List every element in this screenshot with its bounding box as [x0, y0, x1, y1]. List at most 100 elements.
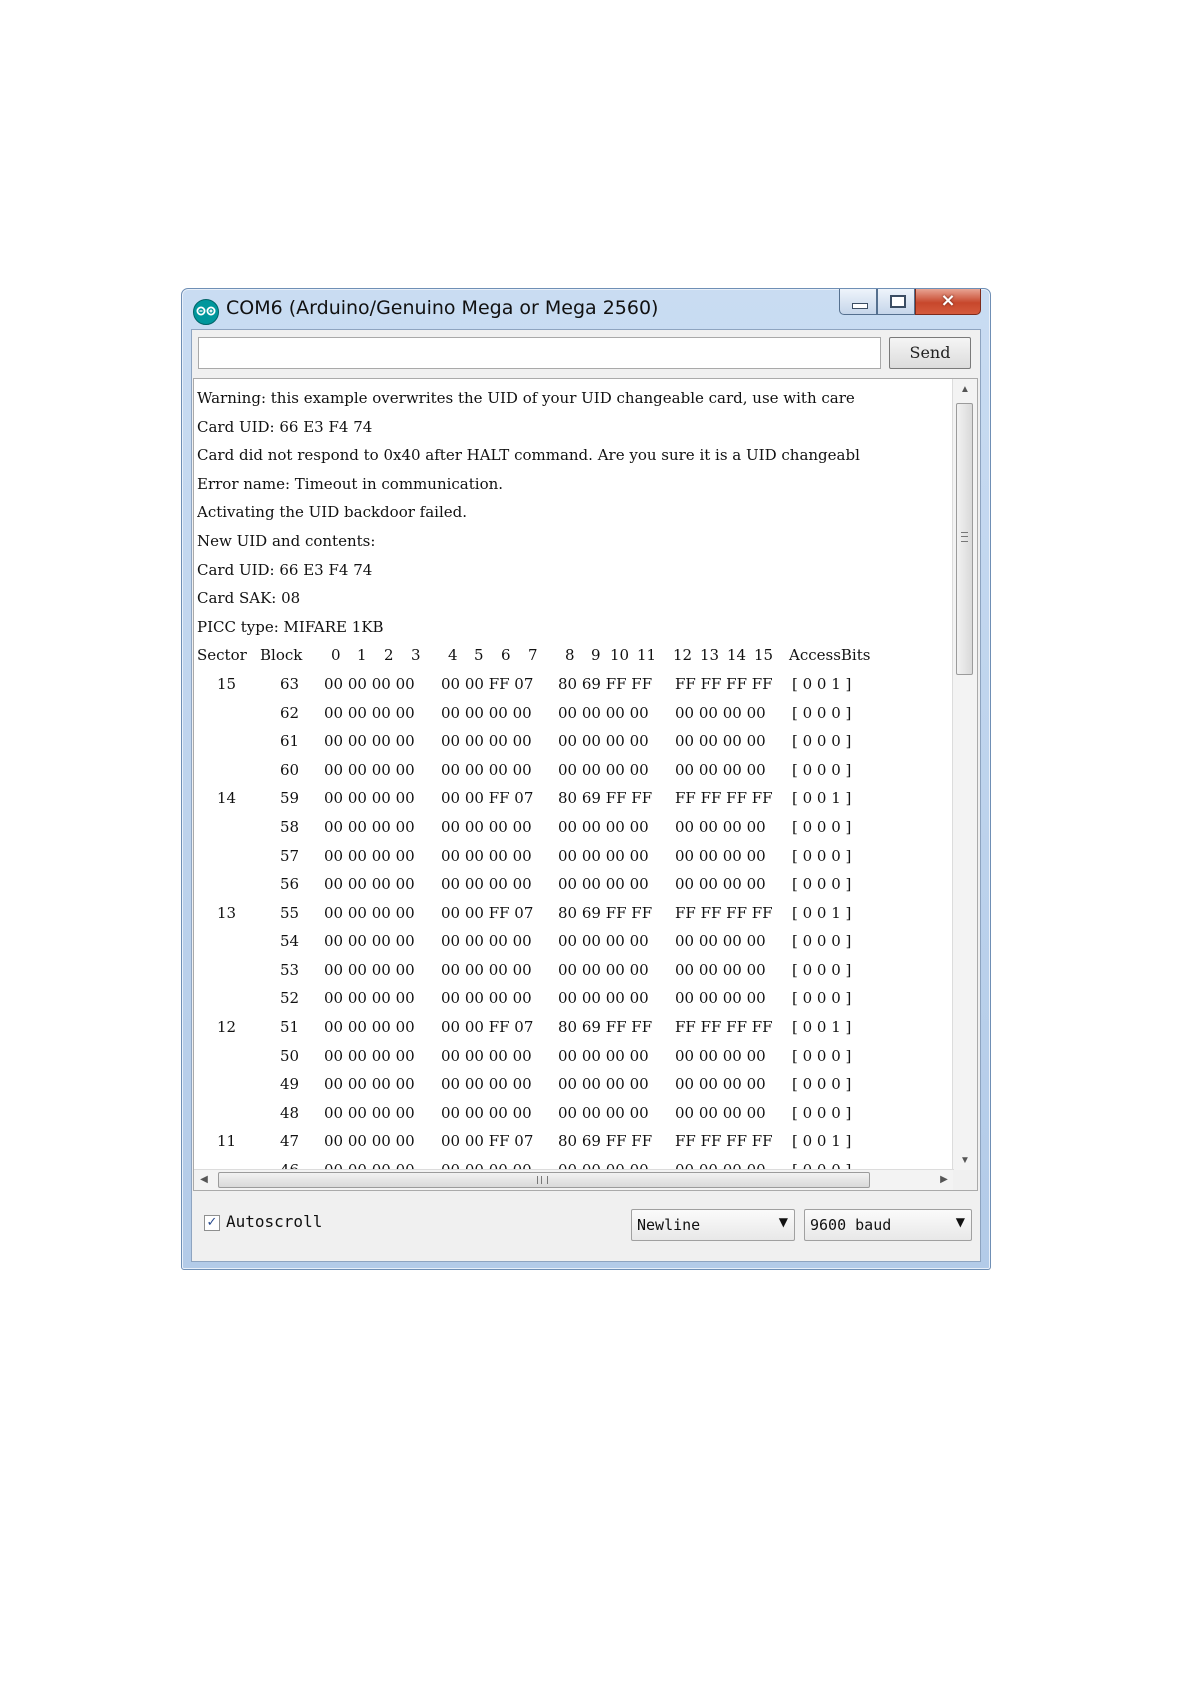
- console-line: Card did not respond to 0x40 after HALT …: [197, 446, 860, 465]
- block-cell: 58: [280, 817, 300, 836]
- bytes-group-cell: 00 00 00 00: [675, 960, 766, 979]
- dump-table-row: 56 00 00 00 00 00 00 00 00 00 00 00 00 00 00…: [197, 870, 949, 899]
- console-text-area: Warning: this example overwrites the UID…: [197, 384, 949, 1185]
- bytes-group-cell: 00 00 00 00: [324, 1103, 415, 1122]
- bytes-group-cell: 00 00 00 00: [441, 732, 532, 751]
- bytes-group-cell: 00 00 00 00: [675, 1046, 766, 1065]
- bytes-group-cell: 00 00 00 00: [441, 932, 532, 951]
- dump-table-row: 62 00 00 00 00 00 00 00 00 00 00 00 00 00 00…: [197, 699, 949, 728]
- access-bits-cell: [ 0 0 0 ]: [792, 1046, 852, 1065]
- scroll-down-arrow-icon[interactable]: ▼: [953, 1150, 977, 1172]
- maximize-button[interactable]: [877, 289, 915, 315]
- bytes-group-cell: FF FF FF FF: [675, 1132, 773, 1151]
- bytes-group-cell: 00 00 FF 07: [441, 903, 534, 922]
- minimize-button[interactable]: [839, 289, 877, 315]
- block-cell: 52: [280, 989, 300, 1008]
- access-bits-cell: [ 0 0 1 ]: [792, 903, 852, 922]
- access-bits-cell: [ 0 0 0 ]: [792, 932, 852, 951]
- bytes-group-cell: 00 00 00 00: [675, 932, 766, 951]
- bytes-group-cell: 00 00 00 00: [324, 817, 415, 836]
- bytes-group-cell: 00 00 00 00: [558, 760, 649, 779]
- header-col: 14: [727, 646, 747, 665]
- access-bits-cell: [ 0 0 1 ]: [792, 1018, 852, 1037]
- access-bits-cell: [ 0 0 0 ]: [792, 817, 852, 836]
- console-line: Error name: Timeout in communication.: [197, 474, 504, 493]
- bytes-group-cell: 00 00 00 00: [441, 760, 532, 779]
- serial-output-console[interactable]: Warning: this example overwrites the UID…: [193, 378, 978, 1191]
- window-title: COM6 (Arduino/Genuino Mega or Mega 2560): [226, 297, 659, 319]
- horizontal-scrollbar[interactable]: ◀ ▶: [194, 1169, 954, 1190]
- dump-table-row: 61 00 00 00 00 00 00 00 00 00 00 00 00 00 00…: [197, 727, 949, 756]
- scroll-left-arrow-icon[interactable]: ◀: [194, 1170, 214, 1190]
- block-cell: 61: [280, 732, 300, 751]
- bytes-group-cell: 00 00 00 00: [675, 989, 766, 1008]
- dump-table-row: 53 00 00 00 00 00 00 00 00 00 00 00 00 00 00…: [197, 956, 949, 985]
- header-col: 0: [331, 646, 341, 665]
- bytes-group-cell: 00 00 00 00: [675, 1075, 766, 1094]
- header-sector: Sector: [197, 646, 247, 665]
- bytes-group-cell: 00 00 00 00: [558, 960, 649, 979]
- block-cell: 50: [280, 1046, 300, 1065]
- access-bits-cell: [ 0 0 1 ]: [792, 1132, 852, 1151]
- bytes-group-cell: 00 00 00 00: [324, 1046, 415, 1065]
- close-icon: ×: [940, 290, 956, 311]
- dump-table-row: 11 47 00 00 00 00 00 00 FF 07 80 69 FF FF FF …: [197, 1127, 949, 1156]
- arduino-logo-icon: [193, 299, 219, 325]
- bytes-group-cell: 00 00 00 00: [558, 989, 649, 1008]
- bytes-group-cell: 80 69 FF FF: [558, 789, 653, 808]
- block-cell: 59: [280, 789, 300, 808]
- serial-send-input[interactable]: [198, 337, 881, 369]
- scroll-up-arrow-icon[interactable]: ▲: [953, 379, 977, 401]
- baud-rate-select[interactable]: 9600 baud ▼: [804, 1209, 972, 1241]
- autoscroll-label: Autoscroll: [226, 1212, 323, 1231]
- bytes-group-cell: 00 00 00 00: [324, 903, 415, 922]
- access-bits-cell: [ 0 0 0 ]: [792, 1075, 852, 1094]
- chevron-down-icon: ▼: [955, 1215, 965, 1229]
- scrollbar-corner: [953, 1170, 977, 1190]
- access-bits-cell: [ 0 0 0 ]: [792, 1103, 852, 1122]
- bytes-group-cell: 80 69 FF FF: [558, 674, 653, 693]
- window-controls: ×: [839, 289, 981, 315]
- header-col: 4: [448, 646, 458, 665]
- block-cell: 47: [280, 1132, 300, 1151]
- bytes-group-cell: FF FF FF FF: [675, 1018, 773, 1037]
- scroll-right-arrow-icon[interactable]: ▶: [934, 1170, 954, 1190]
- maximize-icon: [890, 295, 906, 308]
- dump-table-row: 14 59 00 00 00 00 00 00 FF 07 80 69 FF FF FF …: [197, 784, 949, 813]
- block-cell: 57: [280, 846, 300, 865]
- access-bits-cell: [ 0 0 0 ]: [792, 989, 852, 1008]
- bytes-group-cell: 00 00 00 00: [441, 960, 532, 979]
- dump-table-row: 13 55 00 00 00 00 00 00 FF 07 80 69 FF FF FF …: [197, 899, 949, 928]
- access-bits-cell: [ 0 0 0 ]: [792, 960, 852, 979]
- bytes-group-cell: 00 00 00 00: [675, 817, 766, 836]
- block-cell: 60: [280, 760, 300, 779]
- vertical-scrollbar[interactable]: ▲ ▼: [952, 379, 977, 1172]
- header-col: 11: [637, 646, 657, 665]
- block-cell: 63: [280, 674, 300, 693]
- header-col: 13: [700, 646, 720, 665]
- title-bar[interactable]: COM6 (Arduino/Genuino Mega or Mega 2560)…: [182, 289, 990, 329]
- bytes-group-cell: 00 00 FF 07: [441, 789, 534, 808]
- dump-table-row: 52 00 00 00 00 00 00 00 00 00 00 00 00 00 00…: [197, 984, 949, 1013]
- vertical-scroll-thumb[interactable]: [956, 403, 973, 675]
- bytes-group-cell: 80 69 FF FF: [558, 1132, 653, 1151]
- bytes-group-cell: 00 00 00 00: [441, 703, 532, 722]
- horizontal-scroll-thumb[interactable]: [218, 1172, 870, 1188]
- serial-monitor-window: COM6 (Arduino/Genuino Mega or Mega 2560)…: [181, 288, 991, 1270]
- autoscroll-checkbox[interactable]: ✓: [204, 1215, 220, 1231]
- bytes-group-cell: 00 00 00 00: [324, 932, 415, 951]
- console-line: Card UID: 66 E3 F4 74: [197, 417, 373, 436]
- minimize-icon: [852, 303, 868, 309]
- dump-table-row: 12 51 00 00 00 00 00 00 FF 07 80 69 FF FF FF …: [197, 1013, 949, 1042]
- send-button[interactable]: Send: [889, 337, 971, 369]
- close-button[interactable]: ×: [915, 289, 981, 315]
- bytes-group-cell: FF FF FF FF: [675, 789, 773, 808]
- bytes-group-cell: 00 00 00 00: [558, 1075, 649, 1094]
- dump-table-header: Sector Block 0 1 2 3 4 5 6 7 8 9 10 11 1…: [197, 641, 949, 670]
- console-line: New UID and contents:: [197, 531, 376, 550]
- line-ending-select[interactable]: Newline ▼: [631, 1209, 795, 1241]
- block-cell: 56: [280, 875, 300, 894]
- block-cell: 51: [280, 1018, 300, 1037]
- bytes-group-cell: 00 00 00 00: [324, 1132, 415, 1151]
- bytes-group-cell: 00 00 00 00: [558, 817, 649, 836]
